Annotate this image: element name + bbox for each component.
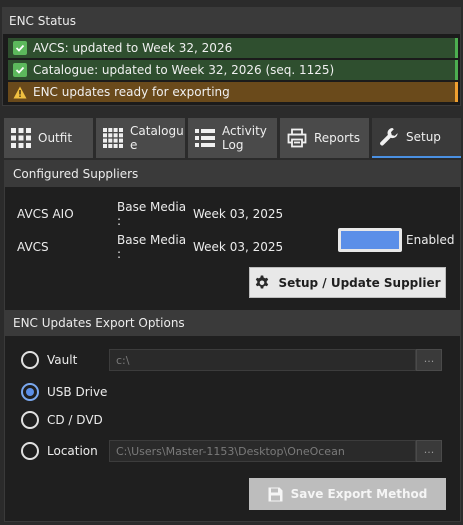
status-header: ENC Status	[3, 8, 460, 34]
gear-icon	[254, 275, 270, 291]
setup-update-supplier-label: Setup / Update Supplier	[278, 275, 441, 290]
cd-dvd-radio[interactable]	[21, 411, 39, 429]
save-icon	[268, 487, 283, 502]
tab-reports[interactable]: Reports	[280, 118, 369, 158]
enabled-label: Enabled	[406, 233, 455, 247]
grid-icon	[10, 127, 32, 149]
export-options-header: ENC Updates Export Options	[5, 310, 460, 336]
setup-panel: Configured Suppliers AVCS AIO Base Media…	[4, 160, 461, 522]
save-export-method-button[interactable]: Save Export Method	[249, 478, 446, 510]
setup-update-supplier-button[interactable]: Setup / Update Supplier	[249, 267, 446, 298]
option-label: Location	[47, 444, 98, 458]
grid-dots-icon	[102, 127, 124, 149]
check-icon	[13, 63, 27, 77]
supplier-enabled-toggle[interactable]	[338, 228, 402, 252]
option-label: CD / DVD	[47, 413, 103, 427]
tab-label: Activity Log	[222, 124, 267, 152]
tab-catalogue[interactable]: Catalogu e	[96, 118, 185, 158]
status-row-catalogue: Catalogue: updated to Week 32, 2026 (seq…	[8, 60, 458, 80]
main-tabs: Outfit Catalogu e Activity Log Reports S…	[4, 118, 461, 158]
status-text: Catalogue: updated to Week 32, 2026 (seq…	[33, 63, 335, 77]
base-media-label: Base Media :	[117, 200, 187, 228]
option-vault[interactable]: Vault	[21, 349, 77, 371]
tab-label: Outfit	[38, 131, 73, 145]
option-location[interactable]: Location	[21, 440, 98, 462]
vault-radio[interactable]	[21, 351, 39, 369]
list-icon	[194, 127, 216, 149]
supplier-name: AVCS	[17, 240, 49, 254]
status-text: AVCS: updated to Week 32, 2026	[33, 41, 233, 55]
tab-activity-log[interactable]: Activity Log	[188, 118, 277, 158]
radio-selected-dot	[26, 388, 34, 396]
vault-path-field[interactable]: c:\	[109, 349, 416, 371]
status-row-export-ready: ENC updates ready for exporting	[8, 82, 458, 102]
base-media-value: Week 03, 2025	[193, 207, 284, 221]
option-label: USB Drive	[47, 385, 108, 399]
option-cd-dvd[interactable]: CD / DVD	[21, 409, 103, 431]
base-media-label: Base Media :	[117, 233, 187, 261]
option-usb-drive[interactable]: USB Drive	[21, 381, 107, 403]
base-media-value: Week 03, 2025	[193, 240, 284, 254]
tab-outfit[interactable]: Outfit	[4, 118, 93, 158]
check-icon	[13, 41, 27, 55]
supplier-row-avcs: AVCS Base Media : Week 03, 2025	[17, 233, 283, 261]
usb-drive-radio[interactable]	[21, 383, 39, 401]
location-radio[interactable]	[21, 442, 39, 460]
location-path-field[interactable]: C:\Users\Master-1153\Desktop\OneOcean	[109, 440, 416, 462]
tab-label: Setup	[406, 130, 441, 144]
location-browse-button[interactable]: ...	[416, 440, 442, 462]
status-text: ENC updates ready for exporting	[33, 85, 230, 99]
status-row-avcs: AVCS: updated to Week 32, 2026	[8, 38, 458, 58]
printer-icon	[286, 127, 308, 149]
tab-label: Catalogu e	[130, 124, 184, 152]
supplier-name: AVCS AIO	[17, 207, 74, 221]
wrench-icon	[378, 126, 400, 148]
warning-icon	[13, 85, 27, 99]
tab-label: Reports	[314, 131, 361, 145]
configured-suppliers-header: Configured Suppliers	[5, 161, 460, 187]
option-label: Vault	[47, 353, 78, 367]
enc-status-panel: ENC Status AVCS: updated to Week 32, 202…	[2, 7, 461, 106]
supplier-row-avcs-aio: AVCS AIO Base Media : Week 03, 2025	[17, 200, 283, 228]
toggle-fill	[341, 231, 399, 249]
save-export-method-label: Save Export Method	[290, 487, 428, 501]
tab-setup[interactable]: Setup	[372, 118, 461, 158]
vault-browse-button[interactable]: ...	[416, 349, 442, 371]
